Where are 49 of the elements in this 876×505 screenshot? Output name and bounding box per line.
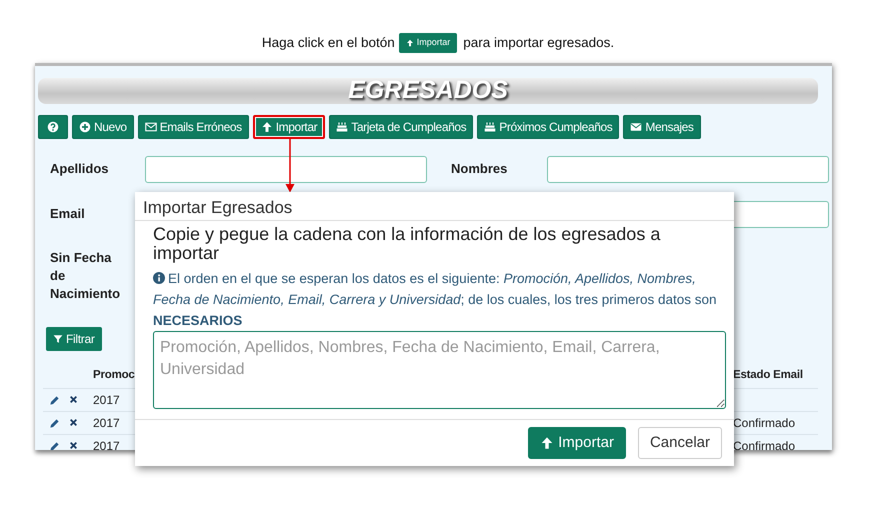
import-button[interactable]: Importar	[528, 427, 626, 459]
field-label: Email	[50, 205, 86, 223]
column-header: Estado Email	[733, 369, 803, 382]
table-cell: Confirmado	[733, 416, 796, 430]
toolbar-button[interactable]: Próximos Cumpleaños	[477, 115, 620, 139]
text-field[interactable]	[547, 156, 829, 182]
table-cell: 2017	[93, 393, 120, 407]
cake-icon	[484, 121, 496, 133]
help-icon	[47, 121, 59, 133]
table-cell: Confirmado	[733, 439, 796, 450]
text-field[interactable]	[145, 156, 427, 182]
instruction-text: Haga click en el botón	[262, 34, 395, 52]
toolbar-button[interactable]: Nuevo	[72, 115, 134, 139]
arrow-up-icon	[540, 436, 554, 450]
toolbar-button[interactable]: Emails Erróneos	[138, 115, 249, 139]
help-button[interactable]	[38, 115, 68, 139]
arrow-up-icon	[406, 39, 414, 48]
dialog-heading: Copie y pegue la cadena con la información de los egresados a importar	[153, 225, 662, 263]
filter-button[interactable]: Filtrar	[46, 327, 102, 351]
toolbar-button[interactable]: Importar	[252, 115, 326, 139]
envelope-icon	[630, 121, 642, 133]
close-icon	[69, 418, 78, 426]
import-button[interactable]: Importar	[398, 33, 458, 53]
plus-circle-icon	[79, 121, 91, 133]
close-icon	[69, 440, 78, 450]
text-area[interactable]: Promoción, Apellidos, Nombres, Fecha de Nacimiento, Email, Carrera, Universidad	[153, 331, 726, 409]
pencil-icon	[49, 394, 60, 406]
column-header: Promoc	[93, 369, 135, 382]
dialog-title: Importar Egresados	[135, 192, 734, 221]
filter-icon	[53, 334, 63, 344]
toolbar-button[interactable]: Mensajes	[623, 115, 701, 139]
info-text: El orden en el que se esperan los datos es el siguiente: Promoción, Apellidos, Nombres, Fecha de Nacimiento, Email, Carrera y Universidad; de los cuales, los tres primeros datos son NECESARIOS	[153, 270, 718, 330]
cake-icon	[336, 121, 348, 133]
info-icon	[153, 272, 165, 284]
pointer-arrow	[286, 139, 294, 192]
field-label: Nombres	[451, 160, 508, 178]
pencil-icon	[49, 418, 60, 428]
page-title: EGRESADOS	[348, 75, 508, 106]
instruction-text: para importar egresados.	[463, 34, 614, 52]
toolbar-button[interactable]: Tarjeta de Cumpleaños	[329, 115, 474, 139]
arrow-up-icon	[260, 121, 273, 133]
table-cell: 2017	[93, 416, 120, 430]
field-label: Apellidos	[50, 160, 110, 178]
pencil-icon	[49, 440, 60, 450]
table-cell: 2017	[93, 439, 120, 450]
field-label: Sin Fecha de Nacimiento	[50, 249, 122, 303]
close-icon	[69, 394, 78, 404]
cancel-button[interactable]: Cancelar	[638, 427, 722, 459]
envelope-icon	[144, 121, 157, 133]
